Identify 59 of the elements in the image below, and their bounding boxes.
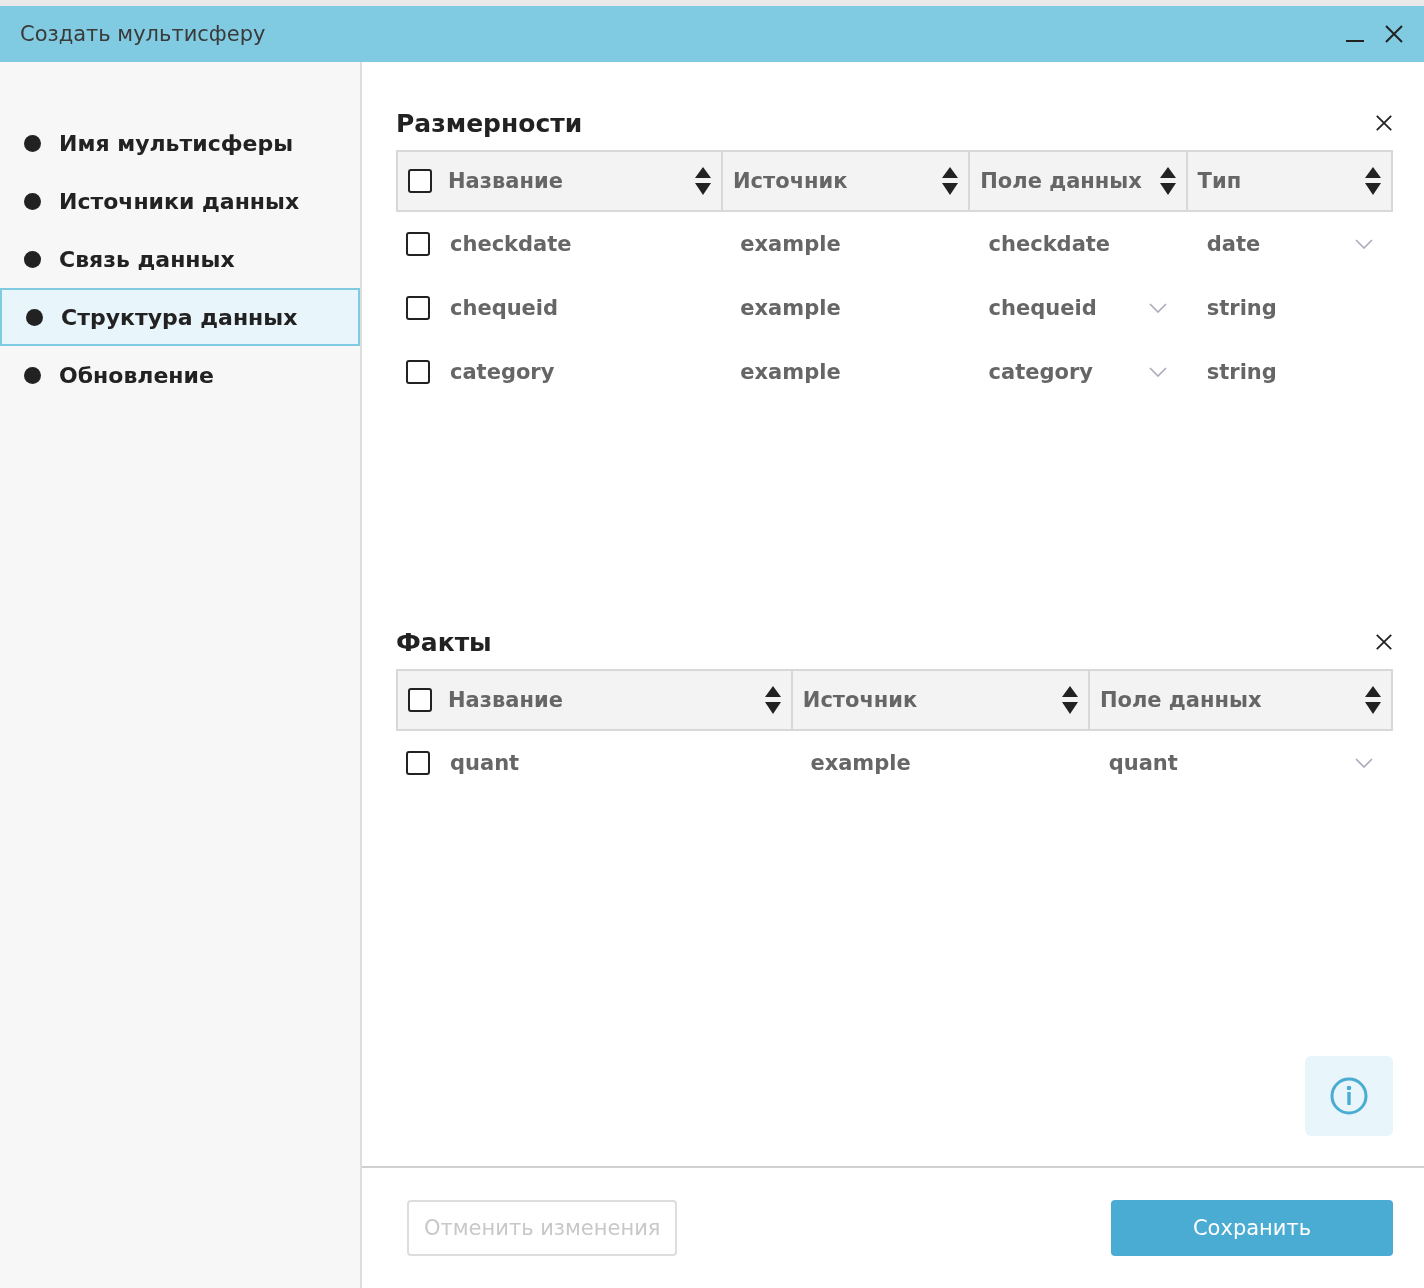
table-cell-text: category — [988, 360, 1094, 384]
minimize-icon — [1346, 40, 1364, 42]
checkbox[interactable] — [406, 751, 430, 775]
table-cell-text: example — [810, 751, 912, 775]
table-cell-text: quant — [450, 751, 521, 775]
section-title: Размерности — [396, 108, 583, 138]
table-cell-text: quant — [1108, 751, 1179, 775]
bullet-icon — [26, 308, 43, 326]
column-header: Название — [448, 688, 564, 712]
sort-icon[interactable] — [942, 167, 959, 195]
sidebar-item-label: Связь данных — [59, 246, 235, 272]
table-cell-text: string — [1206, 360, 1278, 384]
close-icon[interactable] — [1375, 633, 1393, 651]
sort-icon[interactable] — [695, 167, 711, 195]
close-icon[interactable] — [1375, 114, 1393, 132]
table-cell-text: chequeid — [988, 296, 1098, 320]
sort-icon[interactable] — [1061, 686, 1078, 714]
window-title: Создать мультисферу — [20, 22, 267, 46]
table-cell-text: example — [740, 296, 842, 320]
sidebar-item[interactable]: Структура данных — [0, 288, 360, 346]
sidebar-item[interactable]: Обновление — [0, 346, 360, 404]
table-cell-text: checkdate — [988, 232, 1112, 256]
close-icon — [1384, 24, 1404, 44]
sidebar-item-label: Источники данных — [59, 188, 300, 214]
column-header: Поле данных — [1099, 688, 1263, 712]
table-cell-text: example — [740, 232, 842, 256]
checkbox[interactable] — [408, 688, 432, 712]
column-header: Поле данных — [980, 169, 1143, 193]
sidebar-item[interactable]: Источники данных — [0, 172, 360, 230]
bullet-icon — [24, 192, 41, 210]
column-header: Источник — [802, 688, 919, 712]
checkbox[interactable] — [408, 169, 432, 193]
sidebar-item[interactable]: Связь данных — [0, 230, 360, 288]
sort-icon[interactable] — [1365, 167, 1381, 195]
table-cell-text: date — [1206, 232, 1262, 256]
sidebar-item-label: Имя мультисферы — [59, 130, 294, 156]
column-header: Тип — [1197, 169, 1243, 193]
close-button[interactable] — [1384, 24, 1404, 44]
sort-icon[interactable] — [1365, 686, 1381, 714]
column-header: Источник — [733, 169, 849, 193]
sidebar-item[interactable]: Имя мультисферы — [0, 114, 360, 172]
checkbox[interactable] — [406, 296, 430, 320]
table-cell-text: checkdate — [450, 232, 573, 256]
table-cell-text: example — [740, 360, 842, 384]
checkbox[interactable] — [406, 232, 430, 256]
checkbox[interactable] — [406, 360, 430, 384]
section-title: Факты — [396, 627, 492, 657]
sort-icon[interactable] — [1159, 167, 1176, 195]
sort-icon[interactable] — [764, 686, 781, 714]
info-icon — [1329, 1076, 1369, 1116]
bullet-icon — [24, 366, 41, 384]
bullet-icon — [24, 134, 41, 152]
column-header: Название — [448, 169, 564, 193]
bullet-icon — [24, 250, 41, 268]
table-cell-text: string — [1206, 296, 1278, 320]
sidebar-item-label: Структура данных — [61, 304, 298, 330]
sidebar-item-label: Обновление — [59, 362, 214, 388]
table-cell-text: chequeid — [450, 296, 560, 320]
table-cell-text: category — [450, 360, 556, 384]
